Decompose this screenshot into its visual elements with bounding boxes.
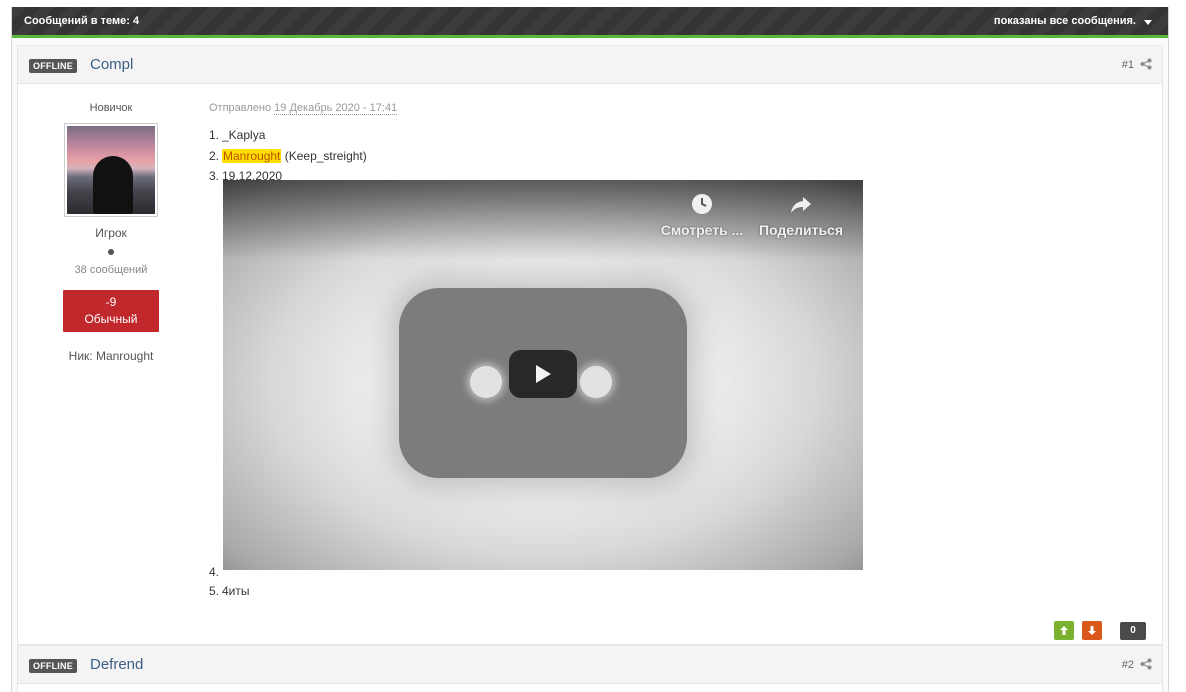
message-count: Сообщений в теме: 4 — [24, 15, 140, 27]
post-number-link[interactable]: #1 — [1122, 59, 1134, 71]
post-score: 0 — [1120, 622, 1146, 640]
share-icon[interactable] — [1140, 658, 1152, 670]
reputation-label: Обычный — [84, 312, 138, 326]
author-link[interactable]: Compl — [90, 56, 133, 73]
rank-title: Новичок — [89, 102, 133, 114]
arrow-up-icon — [1060, 626, 1068, 635]
list-item: 2. Manrought (Keep_streight) — [209, 149, 367, 163]
watch-later-button[interactable]: Смотреть ... — [660, 192, 744, 238]
arrow-down-icon — [1088, 626, 1096, 635]
video-embed[interactable]: Смотреть ... Поделиться — [223, 180, 863, 570]
posted-prefix: Отправлено — [209, 102, 272, 114]
post-header: OFFLINE Defrend #2 — [18, 646, 1162, 684]
share-video-button[interactable]: Поделиться — [757, 192, 845, 238]
list-item: 1. _Kaplya — [209, 128, 266, 142]
post-header: OFFLINE Compl #1 — [18, 46, 1162, 84]
status-badge: OFFLINE — [29, 659, 77, 673]
post-date: Отправлено 19 Декабрь 2020 - 17:41 — [209, 102, 398, 115]
clock-icon — [692, 194, 712, 214]
posted-date: 19 Декабрь 2020 - 17:41 — [274, 102, 398, 115]
chevron-down-icon[interactable] — [1144, 20, 1152, 25]
topic-container: Сообщений в теме: 4 показаны все сообщен… — [11, 7, 1169, 692]
reputation-value: -9 — [105, 295, 117, 309]
topic-topbar: Сообщений в теме: 4 показаны все сообщен… — [12, 7, 1168, 38]
rank-pip-icon — [108, 249, 114, 255]
share-icon[interactable] — [1140, 58, 1152, 70]
status-badge: OFFLINE — [29, 59, 77, 73]
highlighted-text: Manrought — [222, 149, 282, 163]
message-total: 38 сообщений — [74, 264, 148, 276]
custom-field-nick: Ник: Manrought — [68, 349, 154, 363]
post: OFFLINE Compl #1 Новичок Игрок 38 сообще… — [17, 45, 1163, 645]
user-group: Игрок — [95, 226, 127, 240]
post-number-link[interactable]: #2 — [1122, 659, 1134, 671]
filter-dropdown[interactable]: показаны все сообщения. — [994, 15, 1136, 27]
post: OFFLINE Defrend #2 — [17, 645, 1163, 692]
list-item: 5. 4иты — [209, 584, 250, 598]
share-arrow-icon — [791, 197, 811, 213]
reputation-box: -9 Обычный — [63, 290, 159, 332]
avatar[interactable] — [64, 123, 158, 217]
vote-up-button[interactable] — [1054, 621, 1074, 640]
list-item: 4. — [209, 565, 220, 579]
author-link[interactable]: Defrend — [90, 656, 143, 673]
vote-down-button[interactable] — [1082, 621, 1102, 640]
play-button[interactable] — [509, 350, 577, 398]
